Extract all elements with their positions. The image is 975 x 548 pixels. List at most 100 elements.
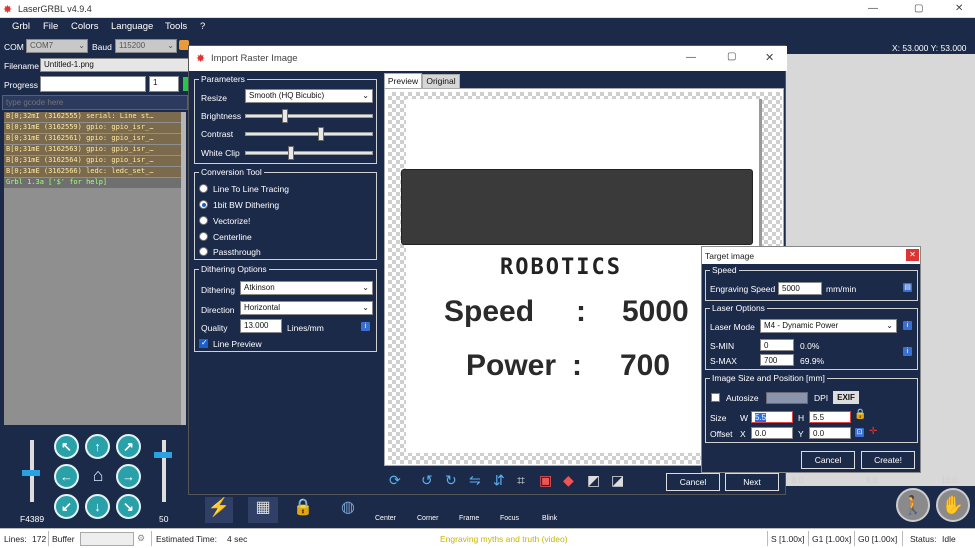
- menu-tools[interactable]: Tools: [165, 21, 187, 32]
- autosize-checkbox[interactable]: [711, 393, 720, 402]
- radio-centerline[interactable]: [199, 232, 208, 241]
- flip-horizontal-icon[interactable]: ⇋: [469, 472, 485, 488]
- auto-trim-icon[interactable]: ▣: [539, 472, 555, 488]
- walk-icon[interactable]: 🚶: [896, 488, 930, 522]
- close-icon[interactable]: ✕: [906, 249, 919, 261]
- frame-button[interactable]: Frame: [459, 515, 479, 522]
- whiteclip-thumb[interactable]: [288, 146, 294, 160]
- quality-stepper[interactable]: 13.000: [240, 319, 282, 333]
- home-icon[interactable]: ⌂: [86, 465, 110, 489]
- dithering-select[interactable]: Atkinson ⌄: [240, 281, 373, 295]
- baud-select[interactable]: 115200 ⌄: [115, 39, 177, 53]
- close-icon[interactable]: ✕: [955, 3, 963, 14]
- dpi-field[interactable]: [766, 392, 808, 404]
- corner-button[interactable]: Corner: [417, 515, 438, 522]
- com-select[interactable]: COM7 ⌄: [26, 39, 88, 53]
- flip-vertical-icon[interactable]: ⇵: [493, 472, 509, 488]
- jog-down-button[interactable]: ↓: [85, 494, 110, 519]
- offset-x-field[interactable]: 0.0: [751, 427, 793, 439]
- contrast-slider[interactable]: [245, 127, 373, 141]
- engraving-speed-field[interactable]: 5000: [778, 282, 822, 295]
- blink-button[interactable]: Blink: [542, 515, 557, 522]
- menu-file[interactable]: File: [43, 21, 58, 32]
- tab-preview[interactable]: Preview: [384, 73, 422, 88]
- option-bw-dithering[interactable]: 1bit BW Dithering: [213, 200, 279, 210]
- crop-icon[interactable]: ⌗: [517, 472, 533, 488]
- smax-field[interactable]: 700: [760, 354, 794, 366]
- target-cancel-button[interactable]: Cancel: [801, 451, 855, 469]
- speed-slider-thumb[interactable]: [22, 470, 40, 476]
- tab-original[interactable]: Original: [422, 74, 460, 88]
- menu-grbl[interactable]: Grbl: [12, 21, 30, 32]
- resize-select[interactable]: Smooth (HQ Bicubic) ⌄: [245, 89, 373, 103]
- info-icon[interactable]: i: [903, 321, 912, 330]
- calculator-icon[interactable]: ▦: [248, 497, 278, 523]
- console-scrollbar[interactable]: [181, 112, 186, 425]
- minimize-icon[interactable]: —: [868, 3, 878, 14]
- radio-vectorize[interactable]: [199, 216, 208, 225]
- stop-hand-icon[interactable]: ✋: [936, 488, 970, 522]
- import-next-button[interactable]: Next: [725, 473, 779, 491]
- brightness-slider[interactable]: [245, 109, 373, 123]
- option-vectorize[interactable]: Vectorize!: [213, 216, 250, 226]
- laser-mode-select[interactable]: M4 - Dynamic Power ⌄: [760, 319, 897, 333]
- crosshair-icon[interactable]: ✛: [869, 426, 877, 437]
- menu-colors[interactable]: Colors: [71, 21, 98, 32]
- jog-right-button[interactable]: →: [116, 464, 141, 489]
- menu-help[interactable]: ?: [200, 21, 205, 32]
- contrast-thumb[interactable]: [318, 127, 324, 141]
- menu-language[interactable]: Language: [111, 21, 153, 32]
- width-field[interactable]: 5.5: [751, 411, 793, 423]
- news-link[interactable]: Engraving myths and truth (video): [440, 534, 568, 544]
- center-align-icon[interactable]: ⊡: [855, 428, 864, 437]
- jog-up-left-button[interactable]: ↖: [54, 434, 79, 459]
- invert-icon[interactable]: ◆: [563, 472, 579, 488]
- option-line-tracing[interactable]: Line To Line Tracing: [213, 184, 289, 194]
- focus-button[interactable]: Focus: [500, 515, 519, 522]
- maximize-icon[interactable]: ▢: [727, 51, 736, 62]
- lock-icon[interactable]: 🔒: [290, 497, 316, 523]
- maximize-icon[interactable]: ▢: [914, 3, 923, 14]
- jog-up-button[interactable]: ↑: [85, 434, 110, 459]
- radio-line-tracing[interactable]: [199, 184, 208, 193]
- radio-bw-dithering[interactable]: [199, 200, 208, 209]
- center-button[interactable]: Center: [375, 515, 396, 522]
- option-passthrough[interactable]: Passthrough: [213, 247, 261, 257]
- exif-button[interactable]: EXIF: [833, 391, 859, 404]
- line-preview-checkbox[interactable]: [199, 338, 208, 348]
- progress-count-stepper[interactable]: 1: [149, 76, 179, 92]
- info-icon[interactable]: i: [903, 347, 912, 356]
- jog-left-button[interactable]: ←: [54, 464, 79, 489]
- whiteclip-slider[interactable]: [245, 146, 373, 160]
- book-icon[interactable]: ▤: [903, 283, 912, 292]
- g0-override[interactable]: G0 [1.00x]: [858, 534, 897, 544]
- console-log[interactable]: B[0;32mI (3162555) serial: Line st… B[0;…: [4, 112, 184, 425]
- height-field[interactable]: 5.5: [809, 411, 851, 423]
- info-icon[interactable]: i: [361, 322, 370, 331]
- option-centerline[interactable]: Centerline: [213, 232, 252, 242]
- refresh-icon[interactable]: ⟳: [389, 472, 405, 488]
- smin-field[interactable]: 0: [760, 339, 794, 351]
- jog-down-right-button[interactable]: ↘: [116, 494, 141, 519]
- lightning-icon[interactable]: ⚡: [205, 497, 233, 523]
- brightness-thumb[interactable]: [282, 109, 288, 123]
- sharpen-icon[interactable]: ◪: [611, 472, 627, 488]
- minimize-icon[interactable]: —: [686, 52, 696, 63]
- rotate-right-icon[interactable]: ↻: [445, 472, 461, 488]
- gcode-input[interactable]: [2, 95, 188, 110]
- line-preview-label[interactable]: Line Preview: [213, 339, 262, 349]
- grayscale-icon[interactable]: ◩: [587, 472, 603, 488]
- step-slider[interactable]: [162, 440, 166, 502]
- g1-override[interactable]: G1 [1.00x]: [812, 534, 851, 544]
- step-slider-thumb[interactable]: [154, 452, 172, 458]
- jog-up-right-button[interactable]: ↗: [116, 434, 141, 459]
- filename-field[interactable]: Untitled-1.png: [40, 58, 190, 72]
- s-override[interactable]: S [1.00x]: [771, 534, 805, 544]
- buffer-settings-icon[interactable]: ⚙: [137, 533, 145, 544]
- import-cancel-button[interactable]: Cancel: [666, 473, 720, 491]
- globe-icon[interactable]: ◍: [335, 497, 361, 523]
- radio-passthrough[interactable]: [199, 247, 208, 256]
- jog-down-left-button[interactable]: ↙: [54, 494, 79, 519]
- target-create-button[interactable]: Create!: [861, 451, 915, 469]
- rotate-left-icon[interactable]: ↺: [421, 472, 437, 488]
